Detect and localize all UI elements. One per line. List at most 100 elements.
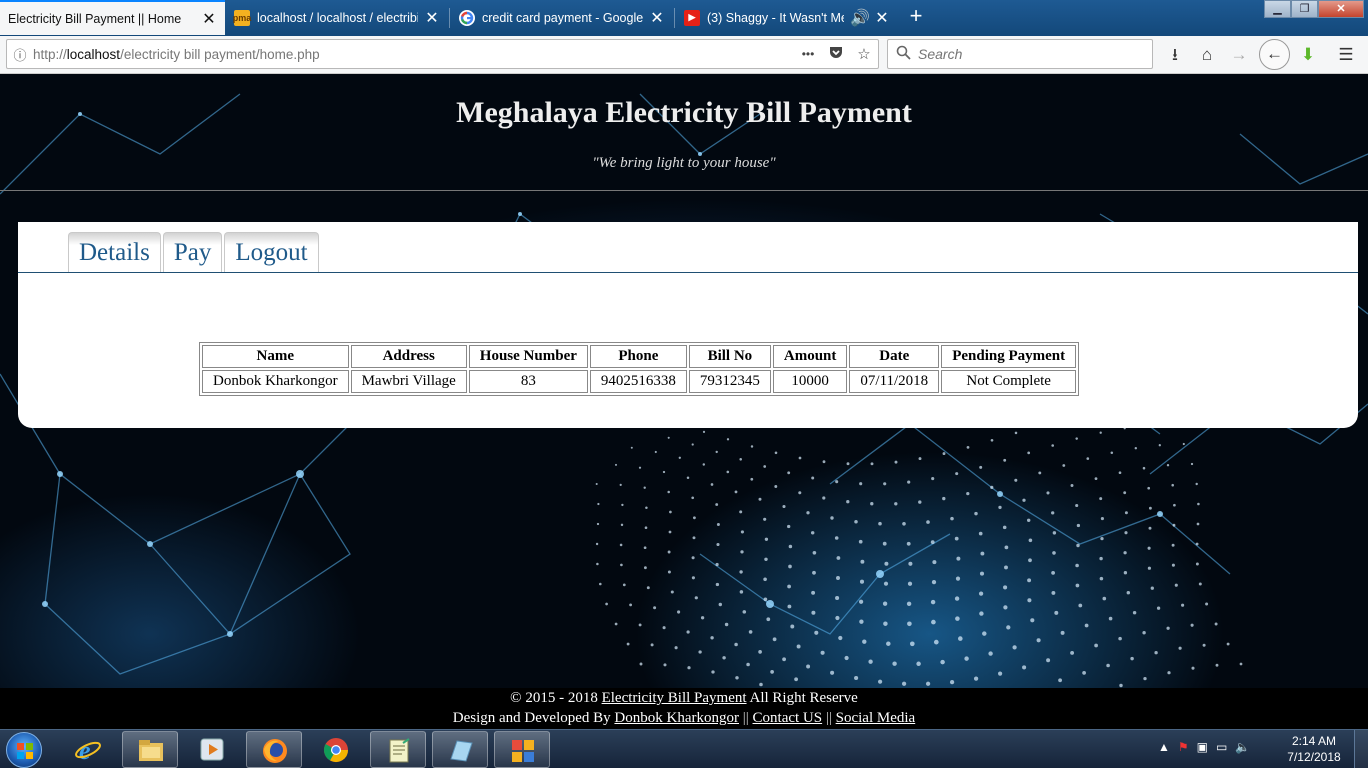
tab-close-icon[interactable]: ✕ — [649, 8, 665, 28]
page-tagline: "We bring light to your house" — [592, 155, 776, 171]
show-desktop-button[interactable] — [1354, 730, 1368, 768]
tab-title: credit card payment - Google S — [482, 10, 643, 25]
volume-icon[interactable]: 🔈 — [1235, 740, 1250, 754]
tab-google-search[interactable]: credit card payment - Google S ✕ — [451, 0, 673, 35]
system-clock[interactable]: 2:14 AM 7/12/2018 — [1284, 733, 1344, 765]
phpmyadmin-icon: pma — [233, 9, 251, 26]
table-row: Donbok Kharkongor Mawbri Village 83 9402… — [202, 370, 1077, 393]
footer-social-link[interactable]: Social Media — [836, 710, 916, 726]
search-input[interactable] — [918, 46, 1138, 62]
header-divider — [0, 190, 1368, 191]
footer-contact-link[interactable]: Contact US — [753, 710, 823, 726]
footer-author-link[interactable]: Donbok Kharkongor — [614, 710, 739, 726]
tab-electricity-bill-home[interactable]: Electricity Bill Payment || Home ✕ — [0, 0, 225, 35]
footer-separator: || — [825, 710, 832, 726]
tab-title: Electricity Bill Payment || Home — [8, 11, 182, 26]
clock-date: 7/12/2018 — [1287, 750, 1341, 764]
search-icon — [888, 45, 918, 63]
column-header: House Number — [468, 345, 588, 368]
new-tab-button[interactable]: + — [903, 4, 929, 30]
bookmark-star-icon[interactable]: ☆ — [850, 45, 878, 63]
tab-title: localhost / localhost / electribil — [257, 10, 418, 25]
start-button[interactable] — [6, 732, 42, 768]
cell-phone: 9402516338 — [589, 370, 687, 393]
control-panel-icon[interactable] — [494, 731, 550, 768]
cell-pending-payment: Not Complete — [941, 370, 1077, 393]
tab-divider — [674, 8, 675, 28]
column-header: Amount — [772, 345, 848, 368]
url-host: localhost — [66, 46, 121, 62]
tab-phpmyadmin[interactable]: pma localhost / localhost / electribil ✕ — [226, 0, 448, 35]
action-center-flag-icon[interactable]: ⚑ — [1178, 740, 1189, 754]
forward-icon[interactable]: → — [1226, 42, 1252, 68]
browser-tab-bar: Electricity Bill Payment || Home ✕ pma l… — [0, 0, 1368, 36]
menu-hamburger-icon[interactable]: ☰ — [1333, 42, 1359, 68]
download-helper-icon[interactable]: ⬇ — [1295, 42, 1321, 68]
restore-icon[interactable]: ❐ — [1291, 0, 1318, 18]
cell-amount: 10000 — [772, 370, 848, 393]
media-player-icon[interactable] — [184, 731, 240, 768]
bill-details-table: Name Address House Number Phone Bill No … — [199, 342, 1080, 396]
cell-date: 07/11/2018 — [849, 370, 940, 393]
pocket-icon[interactable] — [822, 44, 850, 64]
main-menu: Details Pay Logout — [68, 232, 321, 272]
page-actions-icon[interactable]: ••• — [794, 47, 822, 61]
column-header: Bill No — [688, 345, 771, 368]
tab-title: (3) Shaggy - It Wasn't Me (L — [707, 10, 844, 25]
download-icon[interactable]: ⭳ — [1162, 42, 1188, 68]
column-header: Phone — [589, 345, 687, 368]
column-header: Pending Payment — [941, 345, 1077, 368]
file-explorer-icon[interactable] — [122, 731, 178, 768]
menu-divider — [18, 272, 1358, 273]
url-prefix: http:// — [33, 46, 67, 62]
speaker-icon[interactable]: 🔊 — [850, 8, 870, 28]
windows-taskbar: e ▲ ⚑ ▣ ▭ 🔈 2:14 AM 7/12/2018 — [0, 729, 1368, 768]
clock-time: 2:14 AM — [1291, 734, 1337, 748]
screen-tool-icon[interactable] — [432, 731, 488, 768]
menu-tab-details[interactable]: Details — [68, 232, 161, 272]
address-bar[interactable]: ⓘ http://localhost/electricity bill paym… — [6, 39, 879, 69]
network-icon[interactable]: ▭ — [1216, 740, 1227, 754]
url-text[interactable]: http://localhost/electricity bill paymen… — [33, 47, 794, 62]
column-header: Date — [849, 345, 940, 368]
window-close-icon[interactable]: ✕ — [1318, 0, 1364, 18]
tray-expand-icon[interactable]: ▲ — [1158, 740, 1170, 754]
url-path: /electricity bill payment/home.php — [120, 46, 320, 62]
page-footer: © 2015 - 2018 Electricity Bill Payment A… — [0, 688, 1368, 729]
cell-house-number: 83 — [468, 370, 588, 393]
internet-explorer-icon[interactable]: e — [60, 731, 116, 768]
page-title: Meghalaya Electricity Bill Payment — [456, 96, 912, 129]
menu-tab-pay[interactable]: Pay — [162, 232, 223, 272]
minimize-icon[interactable]: ▁ — [1264, 0, 1291, 18]
windows-flag-icon — [17, 743, 33, 759]
home-icon[interactable]: ⌂ — [1194, 42, 1220, 68]
column-header: Address — [350, 345, 467, 368]
designed-by-text: Design and Developed By — [452, 710, 611, 726]
google-icon — [459, 9, 475, 26]
firefox-icon[interactable] — [246, 731, 302, 768]
tab-close-icon[interactable]: ✕ — [201, 9, 217, 29]
tab-close-icon[interactable]: ✕ — [424, 8, 440, 28]
back-icon[interactable]: ← — [1259, 39, 1290, 70]
footer-site-link[interactable]: Electricity Bill Payment — [602, 690, 747, 706]
tab-close-icon[interactable]: ✕ — [874, 8, 890, 28]
site-info-icon[interactable]: ⓘ — [7, 45, 33, 64]
cell-bill-no: 79312345 — [688, 370, 771, 393]
tab-youtube[interactable]: ▶ (3) Shaggy - It Wasn't Me (L 🔊 ✕ — [676, 0, 898, 35]
tab-divider — [449, 8, 450, 28]
footer-line-1: © 2015 - 2018 Electricity Bill Payment A… — [0, 688, 1368, 708]
content-panel: Details Pay Logout Name Address House Nu… — [18, 222, 1358, 428]
search-bar[interactable] — [887, 39, 1153, 69]
system-tray: ▲ ⚑ ▣ ▭ 🔈 — [1158, 740, 1250, 754]
rights-text: All Right Reserve — [749, 690, 858, 706]
notepad-icon[interactable] — [370, 731, 426, 768]
window-controls: ▁ ❐ ✕ — [1264, 0, 1364, 18]
menu-tab-logout[interactable]: Logout — [224, 232, 319, 272]
table-header-row: Name Address House Number Phone Bill No … — [202, 345, 1077, 368]
device-icon[interactable]: ▣ — [1197, 740, 1208, 754]
youtube-icon: ▶ — [684, 9, 700, 26]
column-header: Name — [202, 345, 349, 368]
chrome-icon[interactable] — [308, 731, 364, 768]
footer-line-2: Design and Developed By Donbok Kharkongo… — [0, 708, 1368, 728]
cell-name: Donbok Kharkongor — [202, 370, 349, 393]
